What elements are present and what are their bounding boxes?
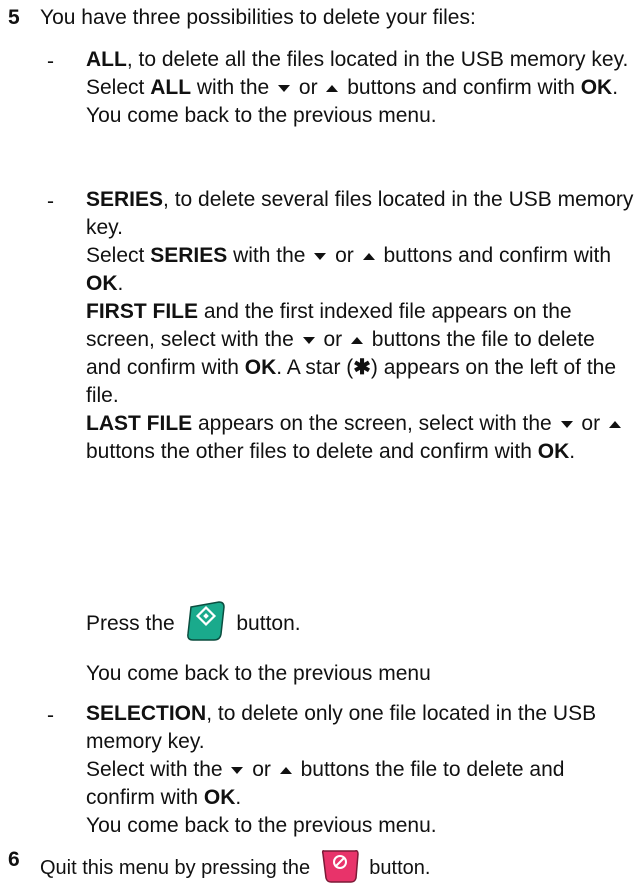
up-arrow-icon [362, 252, 375, 260]
step-6-post: button. [363, 857, 431, 879]
bullet-dash-series: - [47, 190, 54, 213]
all-description: , to delete all the files located in the… [126, 48, 629, 71]
up-arrow-icon [326, 84, 339, 92]
selection-or: or [246, 758, 277, 781]
step-6-pre: Quit this menu by pressing the [40, 857, 316, 879]
selection-back-text: You come back to the previous menu. [86, 814, 437, 837]
all-or: or [293, 76, 324, 99]
series-ok-keyword: OK [86, 272, 118, 295]
series-select-pre: Select [86, 244, 151, 267]
keyword-selection: SELECTION [86, 702, 207, 725]
keyword-all: ALL [86, 48, 127, 71]
last-file-text: appears on the screen, select with the [192, 412, 558, 435]
step-number-6: 6 [8, 848, 20, 871]
up-arrow-icon [608, 420, 621, 428]
series-back-text: You come back to the previous menu [86, 662, 431, 685]
all-ok-keyword: OK [580, 76, 613, 99]
star-icon: ✱ [353, 356, 371, 379]
down-arrow-icon [231, 766, 244, 774]
last-file-ok-keyword: OK [537, 440, 570, 463]
start-button-icon [185, 600, 227, 642]
last-file-or: or [575, 412, 606, 435]
press-start-pre: Press the [86, 612, 181, 635]
press-start-line: Press the button. [86, 600, 634, 645]
star-pre: . A star ( [276, 356, 354, 379]
down-arrow-icon [302, 336, 315, 344]
first-file-or: or [317, 328, 348, 351]
selection-period: . [235, 786, 242, 809]
first-file-ok-keyword: OK [244, 356, 277, 379]
last-file-period: . [569, 440, 576, 463]
option-selection: SELECTION, to delete only one file locat… [86, 700, 634, 840]
step-6-line: Quit this menu by pressing the button. [40, 848, 430, 884]
series-select-mid: with the [227, 244, 312, 267]
up-arrow-icon [350, 336, 363, 344]
series-or: or [329, 244, 360, 267]
all-back-text: You come back to the previous menu. [86, 104, 437, 127]
step-number-5: 5 [8, 6, 20, 29]
press-start-post: button. [230, 612, 301, 635]
series-select-keyword: SERIES [150, 244, 228, 267]
series-select-post: buttons and confirm with [377, 244, 612, 267]
step-5-intro: You have three possibilities to delete y… [40, 6, 476, 29]
series-description: , to delete several files located in the… [86, 188, 634, 239]
down-arrow-icon [560, 420, 573, 428]
all-select-keyword: ALL [150, 76, 192, 99]
keyword-series: SERIES [86, 188, 164, 211]
last-file-keyword: LAST FILE [86, 412, 193, 435]
up-arrow-icon [279, 766, 292, 774]
first-file-keyword: FIRST FILE [86, 300, 198, 323]
down-arrow-icon [314, 252, 327, 260]
series-period: . [117, 272, 124, 295]
selection-ok-keyword: OK [203, 786, 236, 809]
bullet-dash-all: - [47, 50, 54, 73]
stop-button-icon [320, 848, 360, 884]
option-all: ALL, to delete all the files located in … [86, 46, 634, 130]
option-series: SERIES, to delete several files located … [86, 186, 634, 466]
selection-select-pre: Select with the [86, 758, 229, 781]
all-period: . [612, 76, 619, 99]
all-select-post: buttons and confirm with [341, 76, 581, 99]
last-file-post: buttons the other files to delete and co… [86, 440, 538, 463]
down-arrow-icon [278, 84, 291, 92]
all-select-mid: with the [191, 76, 276, 99]
all-select-pre: Select [86, 76, 151, 99]
bullet-dash-selection: - [47, 704, 54, 727]
